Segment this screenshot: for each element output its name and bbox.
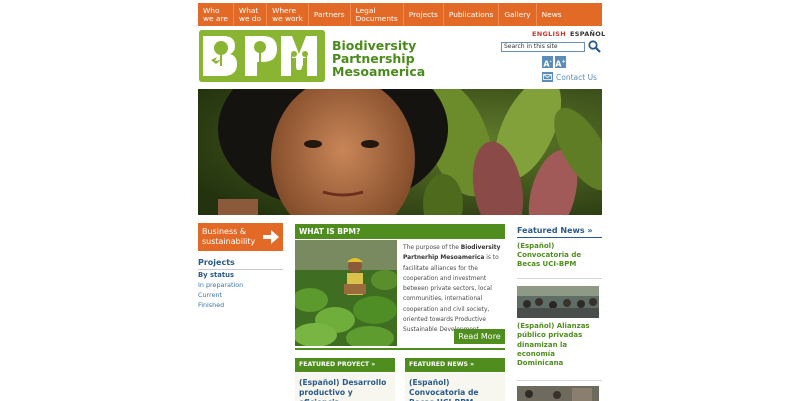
what-is-bpm-text: The purpose of the Biodiversity Partnerh… [403,243,506,336]
logo-title: Biodiversity Partnership Mesoamerica [332,39,425,78]
lang-english-link[interactable]: ENGLISH [532,30,566,38]
page-wrapper: Who we are What we do Where we work Part… [198,0,605,401]
nav-item-where-we-work[interactable]: Where we work [267,3,309,26]
logo-title-line3: Mesoamerica [332,64,426,79]
nav-item-who-we-are[interactable]: Who we are [198,3,234,26]
projects-heading: Projects [198,258,283,270]
business-sustainability-button[interactable]: Business & sustainability [198,223,283,251]
font-increase-button[interactable]: A+ [555,56,566,69]
bpm-logo-graphic [199,30,325,82]
what-is-bpm-heading: WHAT IS BPM? [295,224,505,239]
news-photo [517,386,599,401]
by-status-label: By status [198,271,234,279]
divider [295,348,505,350]
featured-news-title-mid[interactable]: (Español) Convocatoria de Becas UCI-BPM [405,373,505,401]
featured-news-photo[interactable] [517,386,599,401]
business-sustainability-label: Business & sustainability [202,227,256,246]
what-is-bpm-photo [295,240,397,346]
nursery-photo [295,240,397,346]
nav-item-partners[interactable]: Partners [309,3,351,26]
hero-image [198,89,602,215]
divider [517,237,602,238]
featured-project-heading[interactable]: FEATURED PROYECT » [295,358,395,372]
status-link-current[interactable]: Current [198,291,222,299]
hero-photo [198,89,602,215]
search-icon[interactable] [588,40,601,53]
what-text-body: is to facilitate alliances for the coope… [403,255,499,334]
nav-item-projects[interactable]: Projects [404,3,444,26]
featured-news-item[interactable]: (Español) Alianzas público privadas dina… [517,322,602,368]
nav-item-publications[interactable]: Publications [444,3,500,26]
lang-spanish-link[interactable]: ESPAÑOL [570,30,606,38]
nav-item-gallery[interactable]: Gallery [499,3,537,26]
contact-us-link[interactable]: Contact Us [556,73,597,82]
arrow-right-icon [263,230,279,244]
mail-icon[interactable] [542,72,553,82]
featured-project-title[interactable]: (Español) Desarrollo productivo y eficie… [295,373,395,401]
status-link-in-preparation[interactable]: In preparation [198,281,243,289]
nav-item-legal-documents[interactable]: Legal Documents [351,3,404,26]
divider [517,278,602,279]
nav-item-what-we-do[interactable]: What we do [234,3,268,26]
font-decrease-button[interactable]: A- [542,56,553,69]
read-more-button[interactable]: Read More [454,329,505,344]
divider [517,380,602,381]
featured-news-heading-mid[interactable]: FEATURED NEWS » [405,358,505,372]
featured-news-photo[interactable] [517,286,599,318]
main-nav: Who we are What we do Where we work Part… [198,3,602,26]
nav-item-news[interactable]: News [537,3,567,26]
status-link-finished[interactable]: Finished [198,301,224,309]
what-text-intro: The purpose of the [403,245,461,251]
featured-news-item[interactable]: (Español) Convocatoria de Becas UCI-BPM [517,242,602,269]
search-input[interactable]: Search in this site [501,42,585,52]
featured-news-heading[interactable]: Featured News » [517,226,593,235]
bpm-logo[interactable] [199,30,325,82]
conference-photo [517,286,599,318]
